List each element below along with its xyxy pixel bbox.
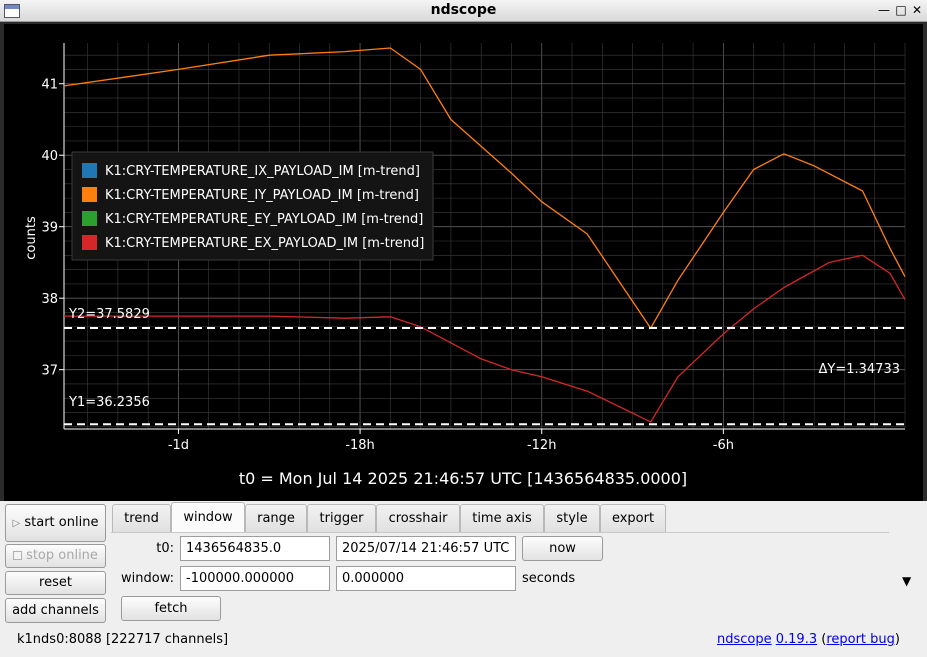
y-tick-label: 41 — [41, 78, 58, 93]
channel-count: [222717 channels] — [105, 632, 229, 647]
x-tick-label: -6h — [713, 438, 734, 453]
tab-export[interactable]: export — [600, 504, 666, 532]
legend-entry-label[interactable]: K1:CRY-TEMPERATURE_EY_PAYLOAD_IM [m-tren… — [105, 212, 423, 227]
add-channels-button[interactable]: add channels — [5, 598, 106, 623]
collapse-arrow-icon[interactable]: ▼ — [902, 574, 911, 588]
window-title: ndscope — [430, 2, 497, 18]
y-tick-label: 37 — [41, 364, 58, 379]
tab-crosshair[interactable]: crosshair — [376, 504, 460, 532]
y-axis-label: counts — [24, 216, 39, 260]
nds-server: k1nds0:8088 — [17, 632, 102, 647]
close-paren: ) — [894, 632, 900, 647]
close-icon[interactable]: ✕ — [909, 2, 925, 18]
start-online-label: start online — [24, 515, 99, 530]
y-tick-label: 40 — [41, 149, 58, 164]
y-tick-label: 38 — [41, 292, 58, 307]
delta-y-label: ΔY=1.34733 — [819, 362, 901, 377]
ndscope-link[interactable]: ndscope — [717, 632, 772, 647]
trend-plot[interactable]: -1d -18h -12h -6h 37 38 39 40 41 counts Y2=37.58… — [4, 24, 923, 501]
window-units-label: seconds — [522, 571, 576, 586]
t0-gps-input[interactable]: 1436564835.0 — [180, 536, 330, 561]
legend-entry-label[interactable]: K1:CRY-TEMPERATURE_IX_PAYLOAD_IM [m-tren… — [105, 164, 420, 179]
stop-online-label: stop online — [26, 548, 98, 563]
minimize-icon[interactable]: — — [876, 2, 892, 18]
tab-divider — [111, 532, 889, 533]
legend-swatch — [82, 163, 97, 178]
window-field-label: window: — [121, 571, 174, 586]
tab-style[interactable]: style — [544, 504, 600, 532]
cursor-y1-label: Y1=36.2356 — [68, 395, 150, 410]
legend-swatch — [82, 211, 97, 226]
plot-area[interactable]: -1d -18h -12h -6h 37 38 39 40 41 counts Y2=37.58… — [4, 24, 923, 501]
about-info: ndscope 0.19.3 (report bug) — [717, 632, 900, 647]
series-line-3 — [64, 254, 906, 423]
play-icon: ▷ — [12, 518, 21, 529]
now-button[interactable]: now — [522, 536, 603, 561]
title-bar: ndscope — □ ✕ — [0, 0, 927, 22]
window-end-input[interactable]: 0.000000 — [336, 566, 516, 591]
legend-entry-label[interactable]: K1:CRY-TEMPERATURE_EX_PAYLOAD_IM [m-tren… — [105, 236, 424, 251]
legend-swatch — [82, 187, 97, 202]
status-bar: k1nds0:8088 [222717 channels] — [17, 632, 228, 647]
x-tick-label: -1d — [168, 438, 189, 453]
y-tick-label: 39 — [41, 221, 58, 236]
tab-time-axis[interactable]: time axis — [460, 504, 544, 532]
legend-swatch — [82, 235, 97, 250]
version-link[interactable]: 0.19.3 — [776, 632, 817, 647]
tab-trigger[interactable]: trigger — [307, 504, 376, 532]
reset-button[interactable]: reset — [5, 571, 106, 595]
x-tick-label: -12h — [527, 438, 556, 453]
legend-entry-label[interactable]: K1:CRY-TEMPERATURE_IY_PAYLOAD_IM [m-tren… — [105, 188, 419, 203]
maximize-icon[interactable]: □ — [893, 2, 909, 18]
stop-online-button[interactable]: stop online — [5, 544, 106, 568]
x-tick-label: -18h — [345, 438, 374, 453]
t0-utc-input[interactable]: 2025/07/14 21:46:57 UTC — [336, 536, 516, 561]
legend[interactable]: K1:CRY-TEMPERATURE_IX_PAYLOAD_IM [m-tren… — [71, 151, 434, 261]
cursor-y2-label: Y2=37.5829 — [68, 307, 150, 322]
report-bug-link[interactable]: report bug — [826, 632, 895, 647]
t0-label: t0 = Mon Jul 14 2025 21:46:57 UTC [14365… — [239, 469, 687, 488]
cursors[interactable] — [64, 327, 905, 426]
window-start-input[interactable]: -100000.000000 — [180, 566, 330, 591]
tab-window[interactable]: window — [171, 502, 245, 533]
fetch-button[interactable]: fetch — [121, 596, 221, 621]
start-online-button[interactable]: ▷ start online — [5, 504, 106, 542]
control-panel: ▷ start online stop online reset add cha… — [0, 501, 927, 657]
tab-range[interactable]: range — [245, 504, 307, 532]
t0-field-label: t0: — [156, 541, 174, 556]
stop-icon — [13, 551, 23, 560]
tab-trend[interactable]: trend — [112, 504, 171, 532]
